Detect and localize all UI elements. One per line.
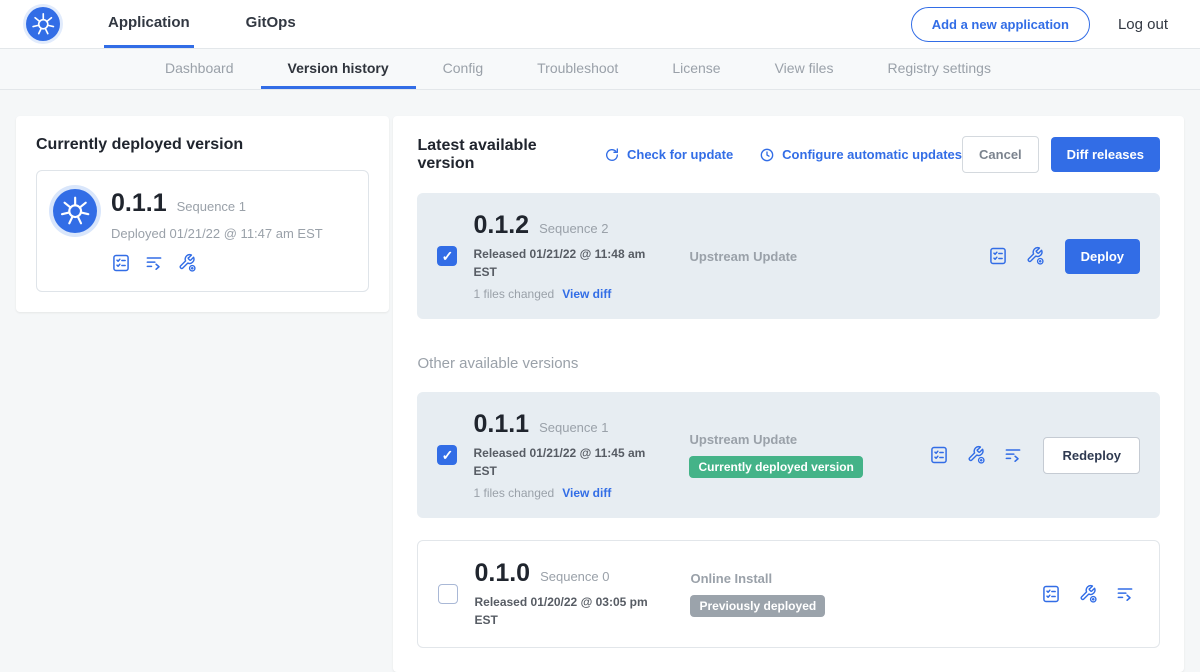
deployed-version-card: 0.1.1 Sequence 1 Deployed 01/21/22 @ 11:… (36, 170, 369, 292)
source-label: Online Install (690, 571, 930, 586)
helm-wheel-icon (30, 11, 57, 38)
source-label: Upstream Update (689, 432, 929, 447)
currently-deployed-title: Currently deployed version (36, 136, 369, 154)
version-history-panel: Latest available version Check for updat… (393, 116, 1184, 672)
deployed-sequence-label: Sequence 1 (177, 199, 246, 214)
preflight-checklist-icon[interactable] (988, 246, 1008, 266)
config-wrench-icon[interactable] (177, 253, 197, 273)
version-row: ✓ 0.1.1 Sequence 1 Released 01/21/22 @ 1… (417, 392, 1160, 518)
config-wrench-icon[interactable] (966, 445, 986, 465)
released-timestamp: Released 01/20/22 @ 03:05 pm EST (474, 593, 654, 629)
config-wrench-icon[interactable] (1078, 584, 1098, 604)
subnav-item-view-files[interactable]: View files (748, 49, 861, 89)
released-timestamp: Released 01/21/22 @ 11:45 am EST (473, 444, 653, 480)
view-diff-link[interactable]: View diff (562, 486, 611, 500)
version-source: Upstream Update (689, 249, 929, 264)
preflight-checklist-icon[interactable] (1041, 584, 1061, 604)
cancel-button[interactable]: Cancel (962, 136, 1039, 173)
deployed-version-number: 0.1.1 (111, 189, 167, 218)
tab-gitops-label: GitOps (246, 14, 296, 31)
check-for-update-link[interactable]: Check for update (604, 147, 733, 163)
app-subnav: Dashboard Version history Config Trouble… (0, 49, 1200, 90)
deployed-version-details: 0.1.1 Sequence 1 Deployed 01/21/22 @ 11:… (111, 189, 323, 273)
version-row: ✓ 0.1.2 Sequence 2 Released 01/21/22 @ 1… (417, 193, 1160, 319)
released-timestamp: Released 01/21/22 @ 11:48 am EST (473, 245, 653, 281)
latest-version-title: Latest available version (417, 137, 578, 173)
deploy-logs-icon[interactable] (144, 253, 164, 273)
deploy-logs-icon[interactable] (1115, 584, 1135, 604)
view-diff-link[interactable]: View diff (562, 287, 611, 301)
files-changed-label: 1 files changed (473, 486, 554, 500)
version-info: 0.1.1 Sequence 1 Released 01/21/22 @ 11:… (473, 410, 689, 500)
previously-deployed-badge: Previously deployed (690, 595, 825, 617)
configure-automatic-updates-link[interactable]: Configure automatic updates (759, 147, 962, 163)
deploy-logs-icon[interactable] (1003, 445, 1023, 465)
version-source: Online Install Previously deployed (690, 571, 930, 617)
main-content: Currently deployed version 0.1.1 Sequenc… (0, 90, 1200, 672)
version-checkbox[interactable] (438, 584, 458, 604)
currently-deployed-badge: Currently deployed version (689, 456, 862, 478)
tab-application-label: Application (108, 14, 190, 31)
app-icon (53, 189, 97, 233)
logout-link[interactable]: Log out (1118, 16, 1168, 33)
files-changed-label: 1 files changed (473, 287, 554, 301)
top-navbar: Application GitOps Add a new application… (0, 0, 1200, 49)
sequence-label: Sequence 1 (539, 420, 608, 435)
check-for-update-label: Check for update (627, 147, 733, 162)
configure-updates-label: Configure automatic updates (782, 147, 962, 162)
subnav-item-dashboard[interactable]: Dashboard (138, 49, 261, 89)
version-number: 0.1.1 (473, 410, 529, 439)
kubernetes-logo (26, 7, 60, 41)
version-number: 0.1.2 (473, 211, 529, 240)
source-label: Upstream Update (689, 249, 929, 264)
sequence-label: Sequence 2 (539, 221, 608, 236)
sequence-label: Sequence 0 (540, 569, 609, 584)
version-source: Upstream Update Currently deployed versi… (689, 432, 929, 478)
subnav-item-troubleshoot[interactable]: Troubleshoot (510, 49, 645, 89)
version-checkbox[interactable]: ✓ (437, 246, 457, 266)
tab-application[interactable]: Application (104, 0, 194, 48)
deployed-timestamp: Deployed 01/21/22 @ 11:47 am EST (111, 226, 323, 241)
latest-version-header: Latest available version Check for updat… (417, 136, 1160, 173)
subnav-item-version-history[interactable]: Version history (261, 49, 416, 89)
version-number: 0.1.0 (474, 559, 530, 588)
config-wrench-icon[interactable] (1025, 246, 1045, 266)
clock-icon (759, 147, 775, 163)
subnav-item-registry-settings[interactable]: Registry settings (860, 49, 1017, 89)
preflight-checklist-icon[interactable] (929, 445, 949, 465)
tab-gitops[interactable]: GitOps (242, 0, 300, 48)
diff-releases-button[interactable]: Diff releases (1051, 137, 1160, 172)
redeploy-button[interactable]: Redeploy (1043, 437, 1140, 474)
other-versions-title: Other available versions (417, 355, 1160, 372)
version-checkbox[interactable]: ✓ (437, 445, 457, 465)
currently-deployed-panel: Currently deployed version 0.1.1 Sequenc… (16, 116, 389, 312)
refresh-icon (604, 147, 620, 163)
add-new-application-button[interactable]: Add a new application (911, 7, 1090, 42)
helm-wheel-icon (58, 194, 92, 228)
version-row: 0.1.0 Sequence 0 Released 01/20/22 @ 03:… (417, 540, 1160, 648)
subnav-item-license[interactable]: License (645, 49, 747, 89)
subnav-item-config[interactable]: Config (416, 49, 510, 89)
preflight-checklist-icon[interactable] (111, 253, 131, 273)
deploy-button[interactable]: Deploy (1065, 239, 1140, 274)
version-info: 0.1.2 Sequence 2 Released 01/21/22 @ 11:… (473, 211, 689, 301)
version-info: 0.1.0 Sequence 0 Released 01/20/22 @ 03:… (474, 559, 690, 629)
